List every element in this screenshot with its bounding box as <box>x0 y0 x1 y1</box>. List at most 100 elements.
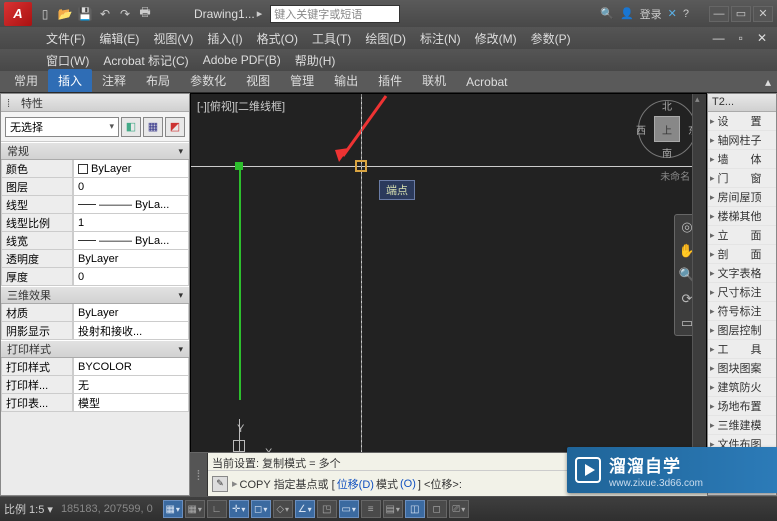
tab-view[interactable]: 视图 <box>236 69 280 92</box>
am-toggle[interactable]: ⎚ <box>449 500 469 518</box>
tpy-toggle[interactable]: ▤ <box>383 500 403 518</box>
menu-modify[interactable]: 修改(M) <box>475 30 517 47</box>
redo-icon[interactable]: ↷ <box>116 5 134 23</box>
save-icon[interactable]: 💾 <box>76 5 94 23</box>
palette-item[interactable]: 设 置 <box>708 112 776 131</box>
palette-item[interactable]: 图块图案 <box>708 359 776 378</box>
prop-value[interactable]: ——— ByLa... <box>73 232 189 250</box>
snap-toggle[interactable]: ▦ <box>163 500 183 518</box>
ortho-toggle[interactable]: ∟ <box>207 500 227 518</box>
prop-value[interactable]: ByLayer <box>73 250 189 268</box>
selection-dropdown[interactable]: 无选择 <box>5 117 119 137</box>
exchange-icon[interactable]: ✕ <box>668 7 677 20</box>
palette-item[interactable]: 建筑防火 <box>708 378 776 397</box>
drawing-canvas[interactable]: [-][俯视][二维线框] 上 北 南 东 西 未命名 ▾ ◎ ✋ 🔍 ⟳ ▭ … <box>190 93 707 496</box>
palette-item[interactable]: 门 窗 <box>708 169 776 188</box>
section-3d[interactable]: 三维效果 <box>1 286 189 304</box>
tab-layout[interactable]: 布局 <box>136 69 180 92</box>
viewcube[interactable]: 上 北 南 东 西 <box>638 100 696 158</box>
line-endpoint-grip[interactable] <box>235 162 243 170</box>
prop-value[interactable]: ByLayer <box>73 304 189 322</box>
palette-item[interactable]: 符号标注 <box>708 302 776 321</box>
dyn-toggle[interactable]: ▭ <box>339 500 359 518</box>
palette-item[interactable]: 楼梯其他 <box>708 207 776 226</box>
tab-output[interactable]: 输出 <box>324 69 368 92</box>
viewcube-top[interactable]: 上 <box>654 116 680 142</box>
palette-item[interactable]: 工 具 <box>708 340 776 359</box>
drawn-line[interactable] <box>239 168 241 400</box>
menu-adobe-pdf[interactable]: Adobe PDF(B) <box>203 53 281 67</box>
quickselect-button[interactable]: ◧ <box>121 117 141 137</box>
command-option-mode[interactable]: (O) <box>400 478 416 490</box>
osnap-toggle[interactable]: ◻ <box>251 500 271 518</box>
menu-window[interactable]: 窗口(W) <box>46 52 89 69</box>
palette-item[interactable]: 立 面 <box>708 226 776 245</box>
palette-item[interactable]: 尺寸标注 <box>708 283 776 302</box>
menu-draw[interactable]: 绘图(D) <box>365 30 406 47</box>
prop-value[interactable]: 1 <box>73 214 189 232</box>
prop-value[interactable]: 无 <box>73 376 189 394</box>
menu-param[interactable]: 参数(P) <box>531 30 571 47</box>
view-label[interactable]: [-][俯视][二维线框] <box>197 98 285 114</box>
sc-toggle[interactable]: ◻ <box>427 500 447 518</box>
menu-format[interactable]: 格式(O) <box>257 30 298 47</box>
title-dropdown-icon[interactable]: ▸ <box>257 7 263 20</box>
prop-value[interactable]: ByLayer <box>73 160 189 178</box>
command-grip-icon[interactable]: ⁞ <box>190 453 208 496</box>
minimize-button[interactable]: — <box>709 6 729 22</box>
palette-item[interactable]: 三维建模 <box>708 416 776 435</box>
menu-edit[interactable]: 编辑(E) <box>99 30 139 47</box>
palette-item[interactable]: 墙 体 <box>708 150 776 169</box>
select-objects-button[interactable]: ◩ <box>165 117 185 137</box>
prop-value[interactable]: 模型 <box>73 394 189 412</box>
tab-insert[interactable]: 插入 <box>48 69 92 92</box>
tab-annotate[interactable]: 注释 <box>92 69 136 92</box>
palette-item[interactable]: 文字表格 <box>708 264 776 283</box>
undo-icon[interactable]: ↶ <box>96 5 114 23</box>
menu-help[interactable]: 帮助(H) <box>295 52 336 69</box>
palette-item[interactable]: 图层控制 <box>708 321 776 340</box>
tab-acrobat[interactable]: Acrobat <box>456 72 517 92</box>
section-general[interactable]: 常规 <box>1 142 189 160</box>
pickadd-button[interactable]: ▦ <box>143 117 163 137</box>
menu-dim[interactable]: 标注(N) <box>420 30 461 47</box>
ducs-toggle[interactable]: ◳ <box>317 500 337 518</box>
ribbon-collapse-icon[interactable]: ▴ <box>755 72 777 92</box>
menu-acrobat-mark[interactable]: Acrobat 标记(C) <box>103 52 188 69</box>
palette-item[interactable]: 场地布置 <box>708 397 776 416</box>
viewcube-west[interactable]: 西 <box>636 122 646 137</box>
vertical-scrollbar[interactable] <box>692 94 706 477</box>
tab-addins[interactable]: 插件 <box>368 69 412 92</box>
print-icon[interactable]: 🖶 <box>136 5 154 23</box>
otrack-toggle[interactable]: ∠ <box>295 500 315 518</box>
menu-file[interactable]: 文件(F) <box>46 30 85 47</box>
prop-value[interactable]: 投射和接收... <box>73 322 189 340</box>
search-input[interactable]: 键入关键字或短语 <box>270 5 400 23</box>
login-link[interactable]: 登录 <box>640 6 662 22</box>
menu-tools[interactable]: 工具(T) <box>312 30 351 47</box>
mdi-restore[interactable]: ▫ <box>739 31 743 45</box>
section-print[interactable]: 打印样式 <box>1 340 189 358</box>
prop-value[interactable]: BYCOLOR <box>73 358 189 376</box>
navwheel-icon[interactable]: ◎ <box>681 219 692 235</box>
restore-button[interactable]: ▭ <box>731 6 751 22</box>
palette-item[interactable]: 剖 面 <box>708 245 776 264</box>
menu-insert[interactable]: 插入(I) <box>207 30 242 47</box>
qp-toggle[interactable]: ◫ <box>405 500 425 518</box>
mdi-close[interactable]: ✕ <box>757 31 767 45</box>
prop-value[interactable]: ——— ByLa... <box>73 196 189 214</box>
prop-value[interactable]: 0 <box>73 268 189 286</box>
open-icon[interactable]: 📂 <box>56 5 74 23</box>
command-option-displacement[interactable]: 位移(D) <box>337 476 374 492</box>
close-button[interactable]: ✕ <box>753 6 773 22</box>
help-icon[interactable]: ? <box>683 8 689 20</box>
menu-view[interactable]: 视图(V) <box>153 30 193 47</box>
palette-item[interactable]: 轴网柱子 <box>708 131 776 150</box>
prop-value[interactable]: 0 <box>73 178 189 196</box>
scale-control[interactable]: 比例 1:5 ▾ <box>4 501 53 517</box>
lwt-toggle[interactable]: ≡ <box>361 500 381 518</box>
viewcube-south[interactable]: 南 <box>662 145 672 160</box>
search-icon[interactable]: 🔍 <box>600 7 614 20</box>
panel-grip-icon[interactable]: ⁞ <box>7 98 17 108</box>
mdi-minimize[interactable]: — <box>713 31 725 45</box>
